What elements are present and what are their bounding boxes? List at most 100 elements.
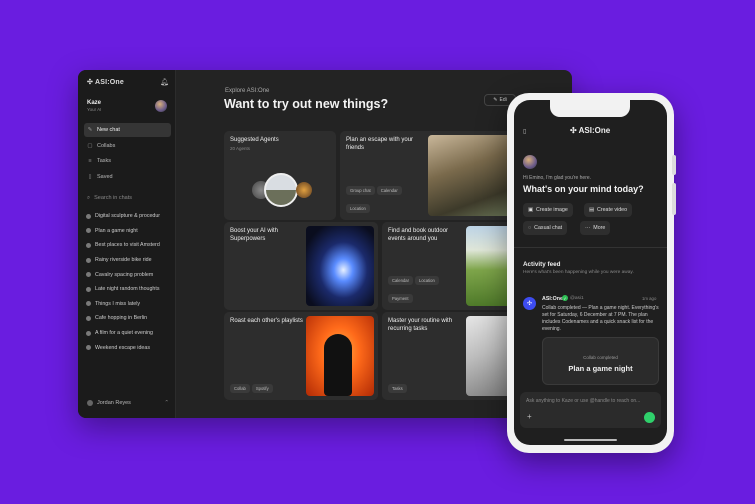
- casual-chat-button[interactable]: ◌ Casual chat: [523, 221, 568, 235]
- card-title: Boost your AI with Superpowers: [230, 228, 279, 242]
- phone-button: [672, 155, 676, 175]
- asi-logo-icon: ✣: [523, 297, 536, 310]
- avatar[interactable]: [155, 100, 167, 112]
- card-superpowers[interactable]: Boost your AI with Superpowers: [224, 222, 378, 310]
- brand-name: ASI:One: [578, 126, 611, 135]
- card-title: Plan an escape with your friends: [346, 137, 414, 151]
- list-item[interactable]: Late night random thoughts: [86, 282, 174, 297]
- search-placeholder: Search in chats: [94, 195, 133, 201]
- list-item[interactable]: Best places to visit Amsterd: [86, 238, 174, 253]
- page-title: Want to try out new things?: [224, 97, 389, 111]
- chat-title: Plan a game night: [95, 227, 138, 234]
- chat-avatar: [86, 257, 91, 263]
- card-tags: Collab Spotify: [230, 377, 308, 395]
- card-title: Suggested Agents: [230, 137, 279, 143]
- chat-input[interactable]: Ask anything to Kaze or use @handle to r…: [520, 392, 661, 428]
- phone-screen: ▯ ✣ ASI:One Hi Emino, I'm glad you're he…: [514, 100, 667, 445]
- chat-title: Weekend escape ideas: [95, 344, 150, 351]
- chat-title: A film for a quiet evening: [95, 330, 154, 337]
- user-profile[interactable]: Kaze Your AI: [87, 100, 101, 112]
- chat-avatar: [86, 301, 91, 307]
- image-icon: ▣: [528, 207, 534, 213]
- list-item[interactable]: Rainy riverside bike ride: [86, 253, 174, 268]
- video-icon: ▤: [589, 207, 595, 213]
- hiking-photo: [428, 135, 514, 216]
- chat-title: Things I miss lately: [95, 300, 141, 307]
- chat-title: Cavalry spacing problem: [95, 271, 154, 278]
- agent-avatar: [296, 182, 312, 198]
- activity-feed-subtitle: Here's what's been happening while you w…: [523, 270, 634, 275]
- agents-illustration: [252, 173, 312, 209]
- avatar[interactable]: [523, 155, 537, 169]
- list-item[interactable]: Cavalry spacing problem: [86, 267, 174, 282]
- verified-icon: ✓: [562, 295, 568, 301]
- card-title: Roast each other's playlists: [230, 318, 303, 324]
- more-button[interactable]: ··· More: [580, 221, 611, 235]
- chat-title: Digital sculpture & procedur: [95, 213, 161, 220]
- button-label: Create video: [597, 207, 628, 213]
- sidebar-item-label: Tasks: [97, 158, 112, 164]
- button-label: Create image: [536, 207, 568, 213]
- user-subtitle: Your AI: [87, 107, 102, 112]
- card-title: Find and book outdoor events around you: [388, 228, 449, 242]
- account-switcher[interactable]: Jordan Reyes ⌃: [87, 400, 169, 406]
- send-button[interactable]: [644, 412, 655, 423]
- button-label: Casual chat: [534, 225, 563, 231]
- list-item[interactable]: A film for a quiet evening: [86, 326, 174, 341]
- brand-name: ASI:One: [94, 79, 124, 86]
- brand-logo: ✣ ASI:One: [87, 79, 124, 86]
- chevron-up-down-icon: ⌃: [164, 400, 169, 406]
- sidebar-item-saved[interactable]: ▯ Saved: [84, 170, 171, 184]
- bell-icon[interactable]: 🔔︎: [160, 78, 169, 86]
- more-icon: ···: [585, 225, 591, 231]
- card-outdoor-events[interactable]: Find and book outdoor events around you …: [382, 222, 516, 310]
- card-recurring-tasks[interactable]: Master your routine with recurring tasks…: [382, 312, 516, 400]
- sidebar-item-collabs[interactable]: ▢ Collabs: [84, 139, 171, 153]
- desktop-app-window: ✣ ASI:One 🔔︎ Kaze Your AI ✎ New chat ▢ C…: [78, 70, 572, 418]
- sidebar-item-new-chat[interactable]: ✎ New chat: [84, 123, 171, 137]
- sidebar-nav: ✎ New chat ▢ Collabs ≡ Tasks ▯ Saved: [84, 123, 171, 185]
- card-tags: Calendar LocationPayment: [388, 269, 466, 305]
- add-icon[interactable]: +: [527, 412, 532, 421]
- list-item[interactable]: Plan a game night: [86, 224, 174, 239]
- activity-feed-title: Activity feed: [523, 261, 561, 268]
- feed-timestamp: 1m ago: [642, 296, 657, 301]
- button-label: More: [593, 225, 606, 231]
- tag-chip: Calendar: [376, 186, 402, 195]
- sidebar-item-label: Collabs: [97, 142, 116, 149]
- chat-avatar: [86, 213, 91, 219]
- greeting: Hi Emino, I'm glad you're here.: [523, 175, 592, 181]
- list-item[interactable]: Weekend escape ideas: [86, 340, 174, 355]
- collabs-icon: ▢: [87, 142, 93, 149]
- create-image-button[interactable]: ▣ Create image: [523, 203, 573, 217]
- chat-title: Rainy riverside bike ride: [95, 257, 152, 264]
- collab-card[interactable]: Collab completed Plan a game night: [542, 337, 659, 385]
- list-item[interactable]: Things I miss lately: [86, 297, 174, 312]
- list-item[interactable]: Digital sculpture & procedur: [86, 209, 174, 224]
- divider: [514, 247, 667, 248]
- feed-author: ASI:One: [542, 296, 563, 302]
- chat-avatar: [86, 286, 91, 292]
- feed-text: Collab completed — Plan a game night. Ev…: [542, 305, 659, 332]
- chat-search[interactable]: ⌕ Search in chats: [87, 195, 132, 202]
- card-plan-escape[interactable]: Plan an escape with your friends Group c…: [340, 131, 516, 220]
- sidebar-toggle-icon[interactable]: ▯: [523, 128, 526, 135]
- chat-title: Late night random thoughts: [95, 286, 160, 293]
- card-tags: Tasks: [388, 377, 466, 395]
- card-suggested-agents[interactable]: Suggested Agents 20 Agents: [224, 131, 336, 220]
- chat-title: Cafe hopping in Berlin: [95, 315, 148, 322]
- agent-avatar: [264, 173, 298, 207]
- list-item[interactable]: Cafe hopping in Berlin: [86, 311, 174, 326]
- chat-avatar: [86, 242, 91, 248]
- tag-chip: Tasks: [388, 384, 407, 393]
- collab-title: Plan a game night: [568, 364, 633, 373]
- chat-avatar: [86, 272, 91, 278]
- chat-title: Best places to visit Amsterd: [95, 242, 160, 249]
- tag-chip: Group chat: [346, 186, 375, 195]
- sidebar-item-tasks[interactable]: ≡ Tasks: [84, 154, 171, 168]
- card-title: Master your routine with recurring tasks: [388, 318, 453, 332]
- create-video-button[interactable]: ▤ Create video: [584, 203, 633, 217]
- card-roast-playlists[interactable]: Roast each other's playlists Collab Spoti…: [224, 312, 378, 400]
- chat-avatar: [86, 315, 91, 321]
- sidebar-item-label: Saved: [97, 173, 113, 180]
